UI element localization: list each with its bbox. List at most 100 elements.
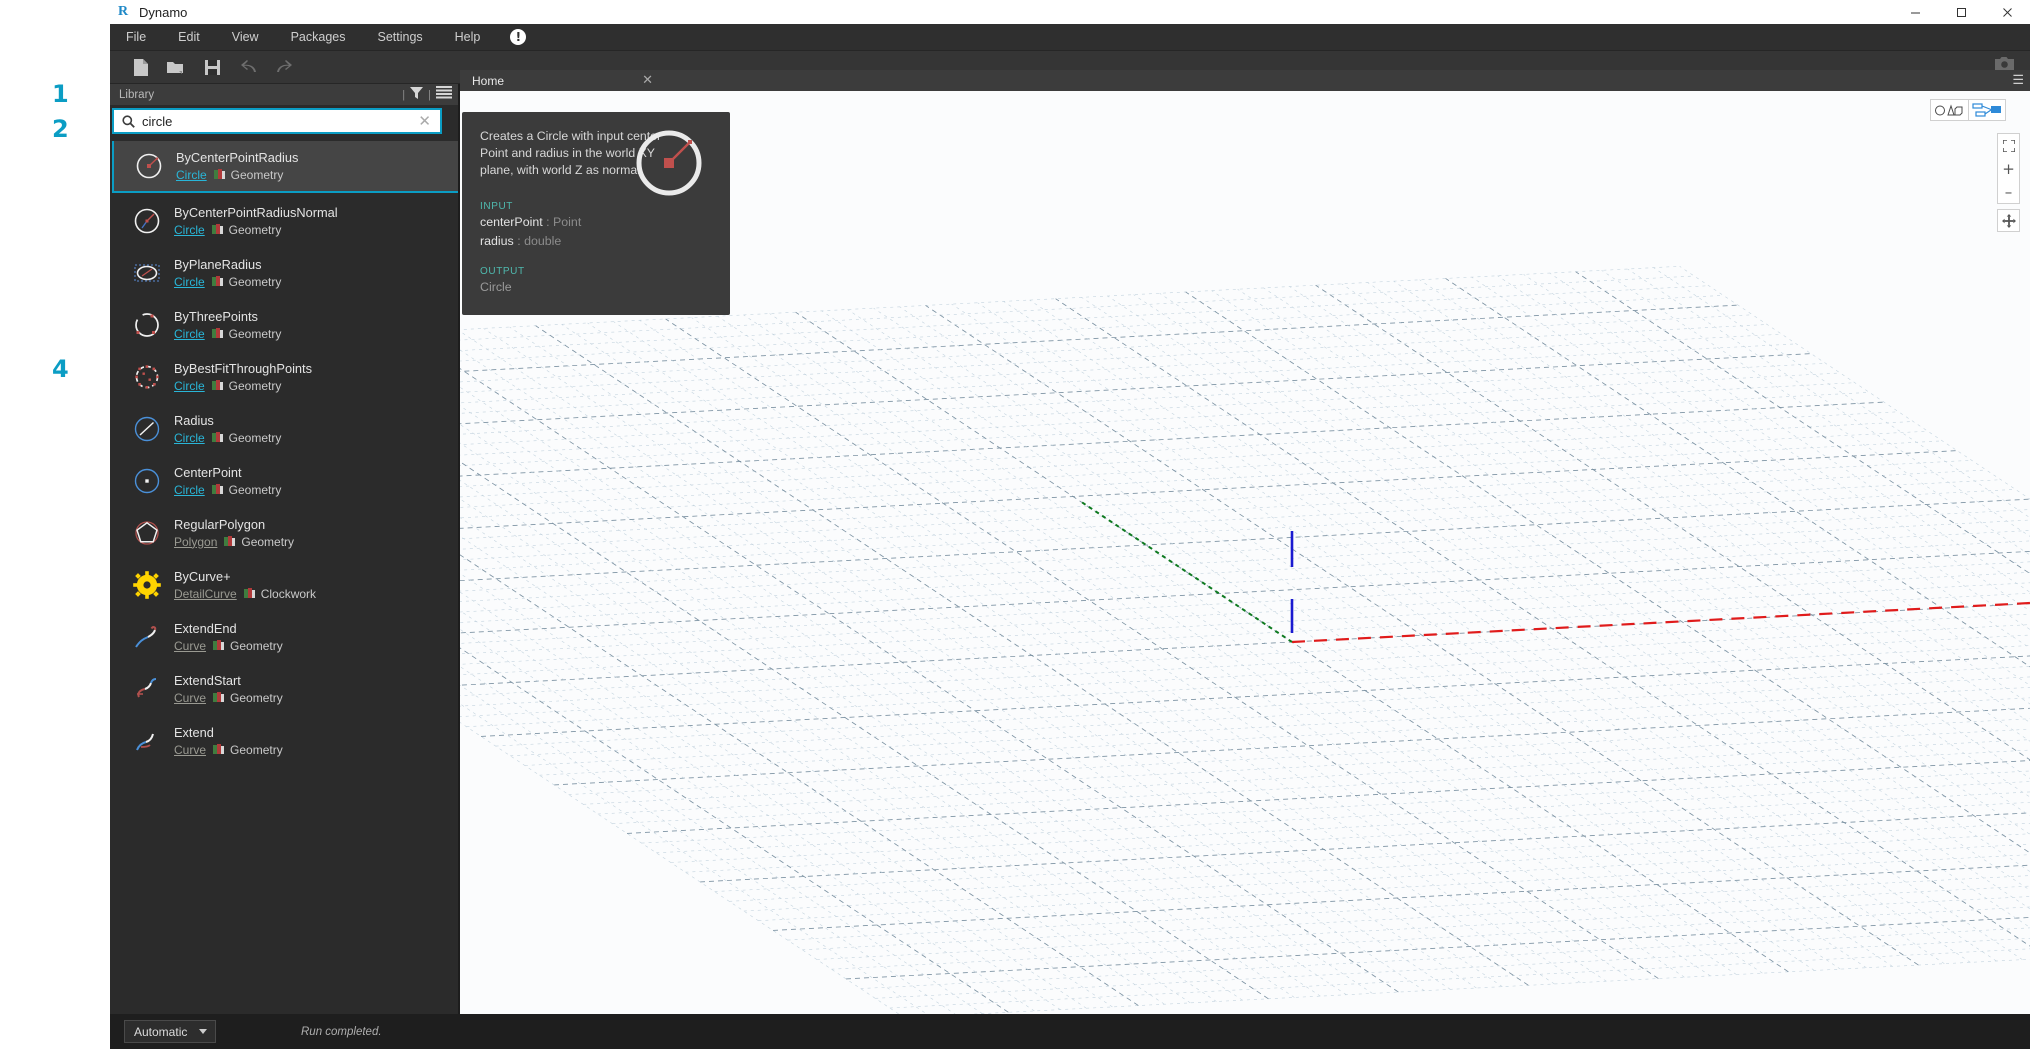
list-item[interactable]: ExtendEnd Curve Geometry xyxy=(112,611,458,663)
list-item-library: Clockwork xyxy=(261,585,316,603)
list-item-library: Geometry xyxy=(229,429,282,447)
tab-home[interactable]: Home ✕ xyxy=(460,70,665,91)
package-icon xyxy=(212,484,223,495)
tab-close-icon[interactable]: ✕ xyxy=(642,73,653,88)
list-item-meta: Circle Geometry xyxy=(174,429,281,447)
list-item[interactable]: ByCenterPointRadiusNormal Circle Geometr… xyxy=(112,195,458,247)
new-file-icon xyxy=(132,58,149,77)
list-item-category[interactable]: Circle xyxy=(174,325,205,343)
graph-view-icon[interactable] xyxy=(1968,100,2005,120)
list-item[interactable]: CenterPoint Circle Geometry xyxy=(112,455,458,507)
application-window: R Dynamo File Edit View Packages Setting… xyxy=(110,0,2030,1049)
circle-radius-normal-icon xyxy=(130,204,164,238)
menu-help[interactable]: Help xyxy=(439,24,497,51)
list-item-category[interactable]: Circle xyxy=(174,377,205,395)
dynamo-window: 1 2 3 4 R Dynamo File Edit Vi xyxy=(0,0,2030,1049)
circle-three-points-icon xyxy=(130,308,164,342)
list-item-category[interactable]: Circle xyxy=(174,273,205,291)
list-item-category[interactable]: Circle xyxy=(174,429,205,447)
run-status-text: Run completed. xyxy=(301,1026,382,1038)
zoom-out-button[interactable]: – xyxy=(1998,180,2019,203)
list-item-category[interactable]: Circle xyxy=(174,481,205,499)
list-item-text: ByPlaneRadius Circle Geometry xyxy=(174,256,281,291)
list-item-name: RegularPolygon xyxy=(174,516,294,533)
camera-icon xyxy=(1995,56,2014,71)
maximize-button[interactable] xyxy=(1938,0,1984,24)
list-item-meta: Curve Geometry xyxy=(174,637,283,655)
circle-center-radius-preview-icon xyxy=(630,124,714,208)
filter-icon[interactable] xyxy=(410,86,423,104)
menu-file[interactable]: File xyxy=(110,24,162,51)
list-item-text: CenterPoint Circle Geometry xyxy=(174,464,281,499)
menu-settings[interactable]: Settings xyxy=(361,24,438,51)
list-item-name: ByThreePoints xyxy=(174,308,281,325)
redo-button[interactable] xyxy=(268,55,300,79)
geometry-view-icon[interactable] xyxy=(1931,100,1968,120)
circle-best-fit-icon xyxy=(130,360,164,394)
viewport-mode-toggle xyxy=(1930,99,2006,121)
list-item[interactable]: ByThreePoints Circle Geometry xyxy=(112,299,458,351)
package-icon xyxy=(214,169,225,180)
list-item[interactable]: ByCenterPointRadius Circle Geometry xyxy=(112,141,458,193)
notification-alert-icon[interactable]: ! xyxy=(510,29,526,45)
annotation-gutter xyxy=(0,0,110,1049)
library-header-tools: | | xyxy=(402,84,452,105)
tooltip-input-name: centerPoint xyxy=(480,215,543,229)
list-item[interactable]: Extend Curve Geometry xyxy=(112,715,458,767)
list-item-name: CenterPoint xyxy=(174,464,281,481)
list-item-library: Geometry xyxy=(229,481,282,499)
window-title: Dynamo xyxy=(139,5,187,20)
list-item-category[interactable]: Curve xyxy=(174,637,206,655)
tab-overflow-icon[interactable]: ☰ xyxy=(2012,72,2024,88)
list-item[interactable]: Radius Circle Geometry xyxy=(112,403,458,455)
search-input[interactable] xyxy=(142,114,418,129)
minimize-button[interactable] xyxy=(1892,0,1938,24)
list-item-category[interactable]: Circle xyxy=(174,221,205,239)
list-item-library: Geometry xyxy=(229,377,282,395)
annotation-1: 1 xyxy=(52,80,69,108)
menu-view[interactable]: View xyxy=(216,24,275,51)
search-results-list: ByCenterPointRadius Circle Geometry xyxy=(112,139,458,767)
minimize-icon xyxy=(1910,7,1921,18)
list-item-name: ByPlaneRadius xyxy=(174,256,281,273)
zoom-in-button[interactable]: + xyxy=(1998,157,2019,180)
search-box[interactable]: ✕ xyxy=(112,108,442,134)
list-item-category[interactable]: Curve xyxy=(174,689,206,707)
list-item-library: Geometry xyxy=(230,689,283,707)
open-file-button[interactable] xyxy=(160,55,192,79)
zoom-to-fit-icon[interactable] xyxy=(1998,134,2019,157)
main-content: Library | | xyxy=(110,84,2030,1021)
package-icon xyxy=(212,224,223,235)
list-view-icon[interactable] xyxy=(436,86,452,104)
run-mode-dropdown[interactable]: Automatic xyxy=(124,1020,216,1043)
list-item-meta: Polygon Geometry xyxy=(174,533,294,551)
search-icon xyxy=(122,115,135,128)
list-item[interactable]: ByPlaneRadius Circle Geometry xyxy=(112,247,458,299)
menu-packages[interactable]: Packages xyxy=(275,24,362,51)
list-item-category[interactable]: Circle xyxy=(176,166,207,184)
list-item-meta: Circle Geometry xyxy=(174,377,312,395)
title-bar: R Dynamo xyxy=(110,0,2030,24)
list-item-category[interactable]: Curve xyxy=(174,741,206,759)
list-item[interactable]: RegularPolygon Polygon Geometry xyxy=(112,507,458,559)
undo-button[interactable] xyxy=(232,55,264,79)
list-item-category[interactable]: Polygon xyxy=(174,533,217,551)
list-item-category[interactable]: DetailCurve xyxy=(174,585,237,603)
clear-search-icon[interactable]: ✕ xyxy=(418,112,431,130)
package-icon xyxy=(213,744,224,755)
list-item[interactable]: ExtendStart Curve Geometry xyxy=(112,663,458,715)
close-button[interactable] xyxy=(1984,0,2030,24)
pan-button[interactable] xyxy=(1997,209,2020,232)
circle-center-radius-icon xyxy=(132,149,166,183)
save-button[interactable] xyxy=(196,55,228,79)
list-item-library: Geometry xyxy=(229,273,282,291)
run-mode-label: Automatic xyxy=(134,1025,187,1039)
new-file-button[interactable] xyxy=(124,55,156,79)
status-bar: Automatic Run completed. xyxy=(110,1014,2030,1049)
list-item[interactable]: ByCurve+ DetailCurve Clockwork xyxy=(112,559,458,611)
tooltip-output-label: OUTPUT xyxy=(480,266,712,277)
menu-edit[interactable]: Edit xyxy=(162,24,216,51)
library-search-area: ✕ xyxy=(110,105,458,137)
list-item[interactable]: ByBestFitThroughPoints Circle Geometry xyxy=(112,351,458,403)
redo-icon xyxy=(274,59,295,75)
